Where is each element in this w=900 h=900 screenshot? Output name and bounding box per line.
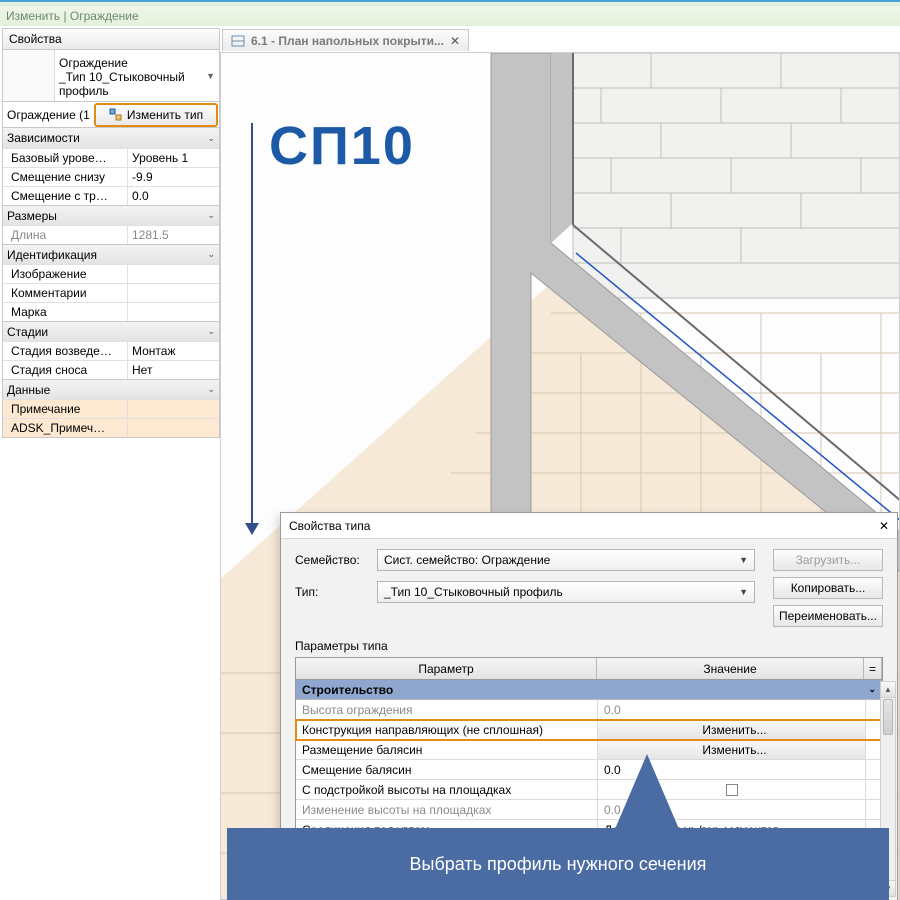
phase-demol-k: Стадия сноса xyxy=(3,361,128,379)
edit-type-label: Изменить тип xyxy=(127,108,203,122)
phase-demol-v[interactable]: Нет xyxy=(128,361,219,379)
type-name: _Тип 10_Стыковочный профиль xyxy=(59,70,215,98)
guide-arrow-head xyxy=(245,523,259,535)
close-icon[interactable]: ✕ xyxy=(450,34,460,48)
family-label: Семейство: xyxy=(295,553,377,567)
scroll-thumb[interactable] xyxy=(883,699,893,735)
railing-height-k: Высота ограждения xyxy=(296,700,598,719)
type-combo[interactable]: _Тип 10_Стыковочный профиль▼ xyxy=(377,581,755,603)
callout-pointer xyxy=(615,754,679,829)
group-phase[interactable]: Стадии⌄ xyxy=(3,321,219,341)
chevron-down-icon: ▼ xyxy=(739,587,748,597)
offset-bottom-v[interactable]: -9.9 xyxy=(128,168,219,186)
base-level-v[interactable]: Уровень 1 xyxy=(128,149,219,167)
chevron-down-icon: ▼ xyxy=(739,555,748,565)
properties-panel: Свойства Ограждение _Тип 10_Стыковочный … xyxy=(2,28,220,900)
note-v[interactable] xyxy=(128,400,219,418)
comments-v[interactable] xyxy=(128,284,219,302)
offset-bottom-k: Смещение снизу xyxy=(3,168,128,186)
phase-created-v[interactable]: Монтаж xyxy=(128,342,219,360)
adsk-note-v[interactable] xyxy=(128,419,219,437)
callout-banner: Выбрать профиль нужного сечения xyxy=(227,828,889,900)
rename-button[interactable]: Переименовать... xyxy=(773,605,883,627)
chevron-down-icon: ▼ xyxy=(206,69,215,83)
view-tab-title: 6.1 - План напольных покрыти... xyxy=(251,34,444,48)
type-preview-thumb xyxy=(3,50,55,101)
offset-path-k: Смещение с тр… xyxy=(3,187,128,205)
type-params-label: Параметры типа xyxy=(295,639,883,653)
comments-k: Комментарии xyxy=(3,284,128,302)
base-level-k: Базовый урове… xyxy=(3,149,128,167)
family-combo[interactable]: Сист. семейство: Ограждение▼ xyxy=(377,549,755,571)
rail-structure-k: Конструкция направляющих (не сплошная) xyxy=(296,720,598,739)
group-dims[interactable]: Размеры⌄ xyxy=(3,205,219,225)
family-name: Ограждение xyxy=(59,56,215,70)
guide-arrow xyxy=(251,123,253,528)
group-deps[interactable]: Зависимости⌄ xyxy=(3,128,219,148)
image-v[interactable] xyxy=(128,265,219,283)
view-icon xyxy=(231,34,245,48)
note-k: Примечание xyxy=(3,400,128,418)
phase-created-k: Стадия возведе… xyxy=(3,342,128,360)
col-param: Параметр xyxy=(296,658,597,679)
dialog-title: Свойства типа xyxy=(289,519,370,533)
group-id[interactable]: Идентификация⌄ xyxy=(3,244,219,264)
railing-height-v: 0.0 xyxy=(598,700,866,719)
mark-v[interactable] xyxy=(128,303,219,321)
offset-path-v[interactable]: 0.0 xyxy=(128,187,219,205)
group-data[interactable]: Данные⌄ xyxy=(3,379,219,399)
length-v: 1281.5 xyxy=(128,226,219,244)
scroll-up-icon[interactable]: ▲ xyxy=(881,682,895,698)
view-tab[interactable]: 6.1 - План напольных покрыти... ✕ xyxy=(222,29,469,51)
col-equals: = xyxy=(864,658,882,679)
adsk-note-k: ADSK_Примеч… xyxy=(3,419,128,437)
edit-type-icon xyxy=(109,108,123,122)
ribbon-tab-label: Изменить | Ограждение xyxy=(0,6,900,26)
properties-header: Свойства xyxy=(2,28,220,50)
cat-construction[interactable]: Строительство⌄ xyxy=(296,680,882,700)
dialog-close-icon[interactable]: ✕ xyxy=(879,519,889,533)
instance-count: Ограждение (1 xyxy=(3,108,93,122)
landing-change-k: Изменение высоты на площадках xyxy=(296,800,598,819)
image-k: Изображение xyxy=(3,265,128,283)
col-value: Значение xyxy=(597,658,864,679)
edit-type-button[interactable]: Изменить тип xyxy=(95,104,217,126)
copy-button[interactable]: Копировать... xyxy=(773,577,883,599)
baluster-offset-k: Смещение балясин xyxy=(296,760,598,779)
landing-adjust-k: С подстройкой высоты на площадках xyxy=(296,780,598,799)
type-label: Тип: xyxy=(295,585,377,599)
rail-structure-edit-button[interactable]: Изменить... xyxy=(598,720,866,739)
annotation-label: СП10 xyxy=(269,115,415,177)
mark-k: Марка xyxy=(3,303,128,321)
length-k: Длина xyxy=(3,226,128,244)
load-button[interactable]: Загрузить... xyxy=(773,549,883,571)
properties-grid: Зависимости⌄ Базовый урове…Уровень 1 Сме… xyxy=(2,128,220,438)
type-selector[interactable]: Ограждение _Тип 10_Стыковочный профиль ▼ xyxy=(2,50,220,102)
baluster-place-k: Размещение балясин xyxy=(296,740,598,759)
